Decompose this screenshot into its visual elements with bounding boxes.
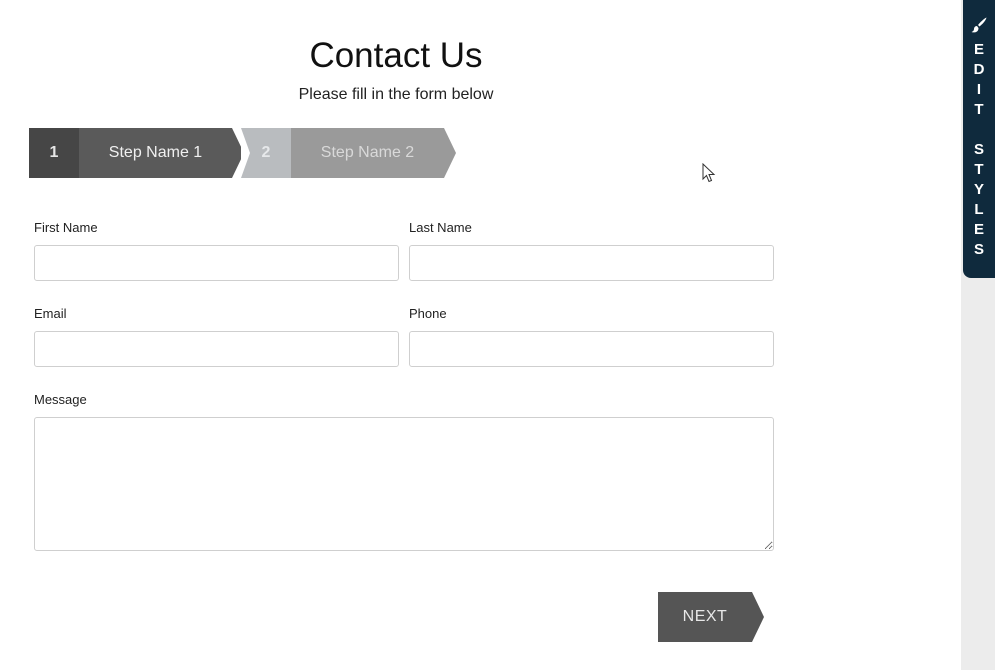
step-label: Step Name 2 [291,128,444,178]
step-number: 1 [29,128,79,178]
first-name-label: First Name [34,220,98,235]
edit-styles-label: E D I T S T Y L E S [974,40,985,260]
phone-field[interactable] [409,331,774,367]
step-1[interactable]: 1 Step Name 1 [29,128,245,178]
letter: S [973,141,984,158]
letter: S [973,241,984,258]
first-name-field[interactable] [34,245,399,281]
letter: D [973,61,985,78]
next-button[interactable]: NEXT [658,592,764,642]
step-number: 2 [241,128,291,178]
letter: E [973,221,984,238]
last-name-label: Last Name [409,220,472,235]
letter: L [974,201,984,218]
message-textarea[interactable] [34,417,774,551]
email-field[interactable] [34,331,399,367]
step-label: Step Name 1 [79,128,232,178]
step-arrow-shape [444,128,456,178]
phone-label: Phone [409,306,447,321]
message-label: Message [34,392,87,407]
page-title: Contact Us [309,36,483,75]
edit-styles-tab[interactable]: E D I T S T Y L E S [963,0,995,278]
step-2[interactable]: 2 Step Name 2 [241,128,457,178]
letter: Y [973,181,984,198]
next-arrow-shape [752,592,764,642]
letter: E [973,41,984,58]
letter: I [976,81,982,98]
last-name-field[interactable] [409,245,774,281]
letter: T [974,161,984,178]
email-label: Email [34,306,67,321]
paintbrush-icon [971,17,987,33]
page-subtitle: Please fill in the form below [298,86,494,103]
letter: T [974,101,984,118]
mouse-cursor-icon [702,163,716,183]
next-button-label: NEXT [658,592,752,642]
